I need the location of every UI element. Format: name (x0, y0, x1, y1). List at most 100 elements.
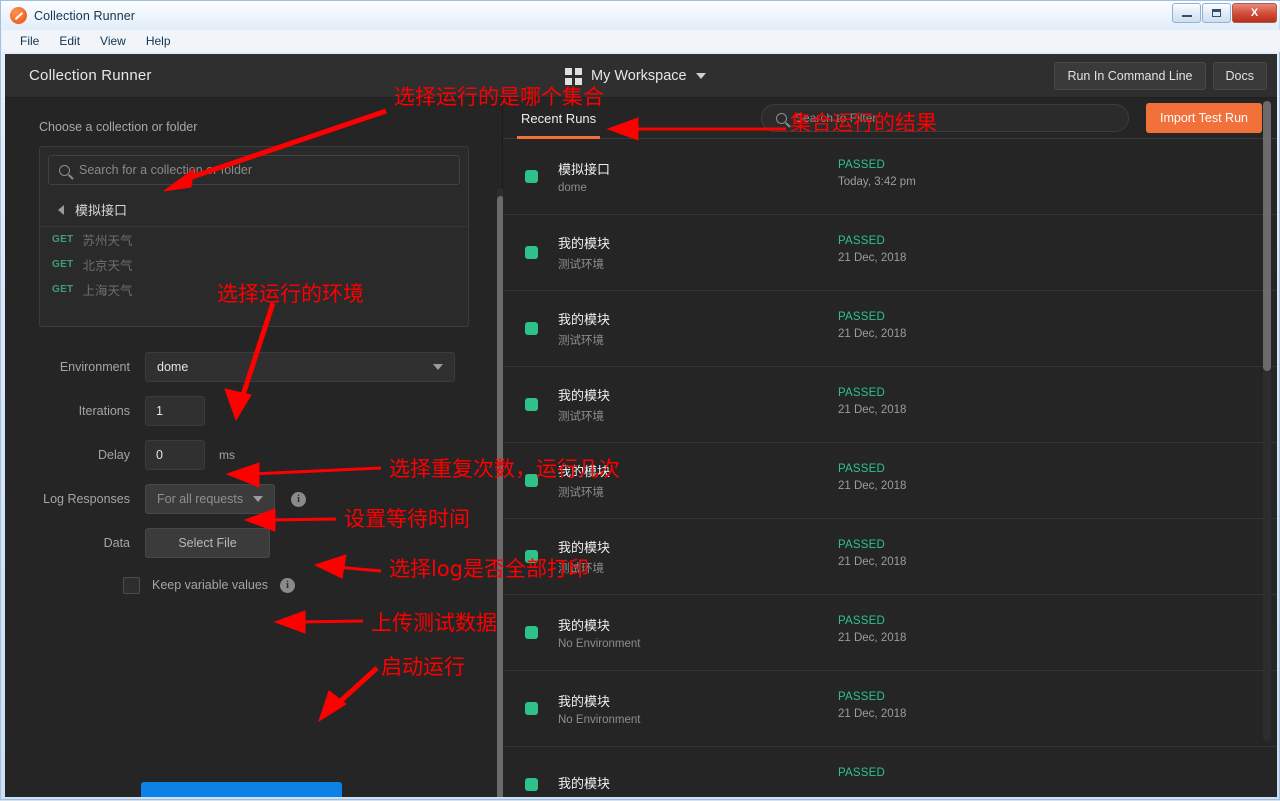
environment-row: Environment dome (5, 345, 502, 389)
log-responses-row: Log Responses For all requests i (5, 477, 502, 521)
tab-recent-runs[interactable]: Recent Runs (521, 98, 596, 139)
close-button[interactable]: X (1232, 3, 1277, 23)
request-name: 苏州天气 (82, 230, 132, 249)
filter-input[interactable]: Search to Filter (761, 104, 1129, 132)
list-item[interactable]: GET 北京天气 (40, 252, 468, 277)
request-method: GET (52, 284, 73, 295)
run-status: PASSED (838, 311, 906, 323)
right-panel-scrollbar[interactable] (1263, 101, 1271, 741)
status-badge (525, 170, 538, 183)
run-status: PASSED (838, 235, 906, 247)
search-icon (776, 113, 787, 124)
status-badge (525, 702, 538, 715)
collection-search-placeholder: Search for a collection or folder (79, 163, 252, 177)
run-name: 我的模块 (558, 615, 640, 634)
data-row: Data Select File (5, 521, 502, 565)
keep-variable-values-label: Keep variable values (152, 578, 268, 592)
run-status: PASSED (838, 691, 906, 703)
menu-bar: File Edit View Help (2, 30, 1280, 52)
delay-input[interactable]: 0 (145, 440, 205, 470)
select-file-button[interactable]: Select File (145, 528, 270, 558)
chevron-down-icon (433, 364, 443, 370)
run-name: 我的模块 (558, 691, 640, 710)
keep-variable-values-row: Keep variable values i (5, 565, 502, 605)
table-row[interactable]: 我的模块 测试环境 PASSED 21 Dec, 2018 (503, 367, 1277, 443)
header-buttons: Run In Command Line Docs (1054, 62, 1267, 90)
table-row[interactable]: 我的模块 测试环境 PASSED 21 Dec, 2018 (503, 291, 1277, 367)
table-row[interactable]: 模拟接口 dome PASSED Today, 3:42 pm (503, 139, 1277, 215)
run-environment: 测试环境 (558, 408, 610, 424)
request-name: 北京天气 (82, 255, 132, 274)
iterations-row: Iterations 1 (5, 389, 502, 433)
run-date: 21 Dec, 2018 (838, 632, 906, 644)
collection-header[interactable]: 模拟接口 (40, 193, 468, 227)
run-status: PASSED (838, 615, 906, 627)
run-name: 我的模块 (558, 537, 610, 556)
info-icon[interactable]: i (291, 492, 306, 507)
left-panel: Choose a collection or folder Search for… (5, 98, 503, 797)
run-status: PASSED (838, 767, 885, 779)
recent-runs-header: Recent Runs Search to Filter Import Test… (503, 98, 1277, 139)
run-date: 21 Dec, 2018 (838, 252, 906, 264)
info-icon[interactable]: i (280, 578, 295, 593)
run-status: PASSED (838, 539, 906, 551)
run-environment: No Environment (558, 638, 640, 650)
table-row[interactable]: 我的模块 No Environment PASSED 21 Dec, 2018 (503, 671, 1277, 747)
run-environment: 测试环境 (558, 332, 610, 348)
status-badge (525, 550, 538, 563)
request-method: GET (52, 259, 73, 270)
list-item[interactable]: GET 上海天气 (40, 277, 468, 302)
run-status: PASSED (838, 387, 906, 399)
environment-select[interactable]: dome (145, 352, 455, 382)
run-date: 21 Dec, 2018 (838, 708, 906, 720)
grid-icon (565, 68, 582, 85)
postman-orange-icon (10, 7, 27, 24)
run-environment: 测试环境 (558, 256, 610, 272)
search-icon (59, 165, 70, 176)
run-status: PASSED (838, 463, 906, 475)
recent-runs-list: 模拟接口 dome PASSED Today, 3:42 pm 我的模块 测试环… (503, 139, 1277, 797)
status-badge (525, 626, 538, 639)
run-date: 21 Dec, 2018 (838, 328, 906, 340)
run-date: Today, 3:42 pm (838, 176, 916, 188)
run-status: PASSED (838, 159, 916, 171)
request-method: GET (52, 234, 73, 245)
table-row[interactable]: 我的模块 测试环境 PASSED 21 Dec, 2018 (503, 215, 1277, 291)
log-responses-select[interactable]: For all requests (145, 484, 275, 514)
menu-help[interactable]: Help (136, 32, 181, 50)
run-collection-button[interactable]: Run 模拟接口 (141, 782, 342, 797)
log-responses-label: Log Responses (5, 492, 145, 506)
table-row[interactable]: 我的模块 No Environment PASSED 21 Dec, 2018 (503, 595, 1277, 671)
environment-label: Environment (5, 360, 145, 374)
keep-variable-values-checkbox[interactable] (123, 577, 140, 594)
menu-view[interactable]: View (90, 32, 136, 50)
run-environment: dome (558, 182, 610, 194)
iterations-input[interactable]: 1 (145, 396, 205, 426)
run-name: 我的模块 (558, 385, 610, 404)
chevron-down-icon (253, 496, 263, 502)
data-label: Data (5, 536, 145, 550)
table-row[interactable]: 我的模块 测试环境 PASSED 21 Dec, 2018 (503, 519, 1277, 595)
table-row[interactable]: 我的模块 测试环境 PASSED 21 Dec, 2018 (503, 443, 1277, 519)
run-date: 21 Dec, 2018 (838, 404, 906, 416)
maximize-button[interactable] (1202, 3, 1231, 23)
docs-button[interactable]: Docs (1213, 62, 1267, 90)
delay-label: Delay (5, 448, 145, 462)
collection-search-input[interactable]: Search for a collection or folder (48, 155, 460, 185)
triangle-left-icon (58, 205, 64, 215)
run-date: 21 Dec, 2018 (838, 556, 906, 568)
menu-file[interactable]: File (10, 32, 49, 50)
minimize-button[interactable] (1172, 3, 1201, 23)
run-in-command-line-button[interactable]: Run In Command Line (1054, 62, 1205, 90)
workspace-selector[interactable]: My Workspace (565, 54, 706, 98)
collection-name: 模拟接口 (75, 200, 127, 219)
body-split: Choose a collection or folder Search for… (5, 98, 1277, 797)
menu-edit[interactable]: Edit (49, 32, 90, 50)
application-window: Collection Runner X File Edit View Help … (0, 0, 1280, 800)
import-test-run-button[interactable]: Import Test Run (1146, 103, 1262, 133)
app-header: Collection Runner My Workspace Run In Co… (5, 54, 1277, 98)
workspace-name: My Workspace (591, 68, 687, 84)
table-row[interactable]: 我的模块 PASSED (503, 747, 1277, 797)
list-item[interactable]: GET 苏州天气 (40, 227, 468, 252)
title-bar: Collection Runner X (1, 1, 1280, 30)
